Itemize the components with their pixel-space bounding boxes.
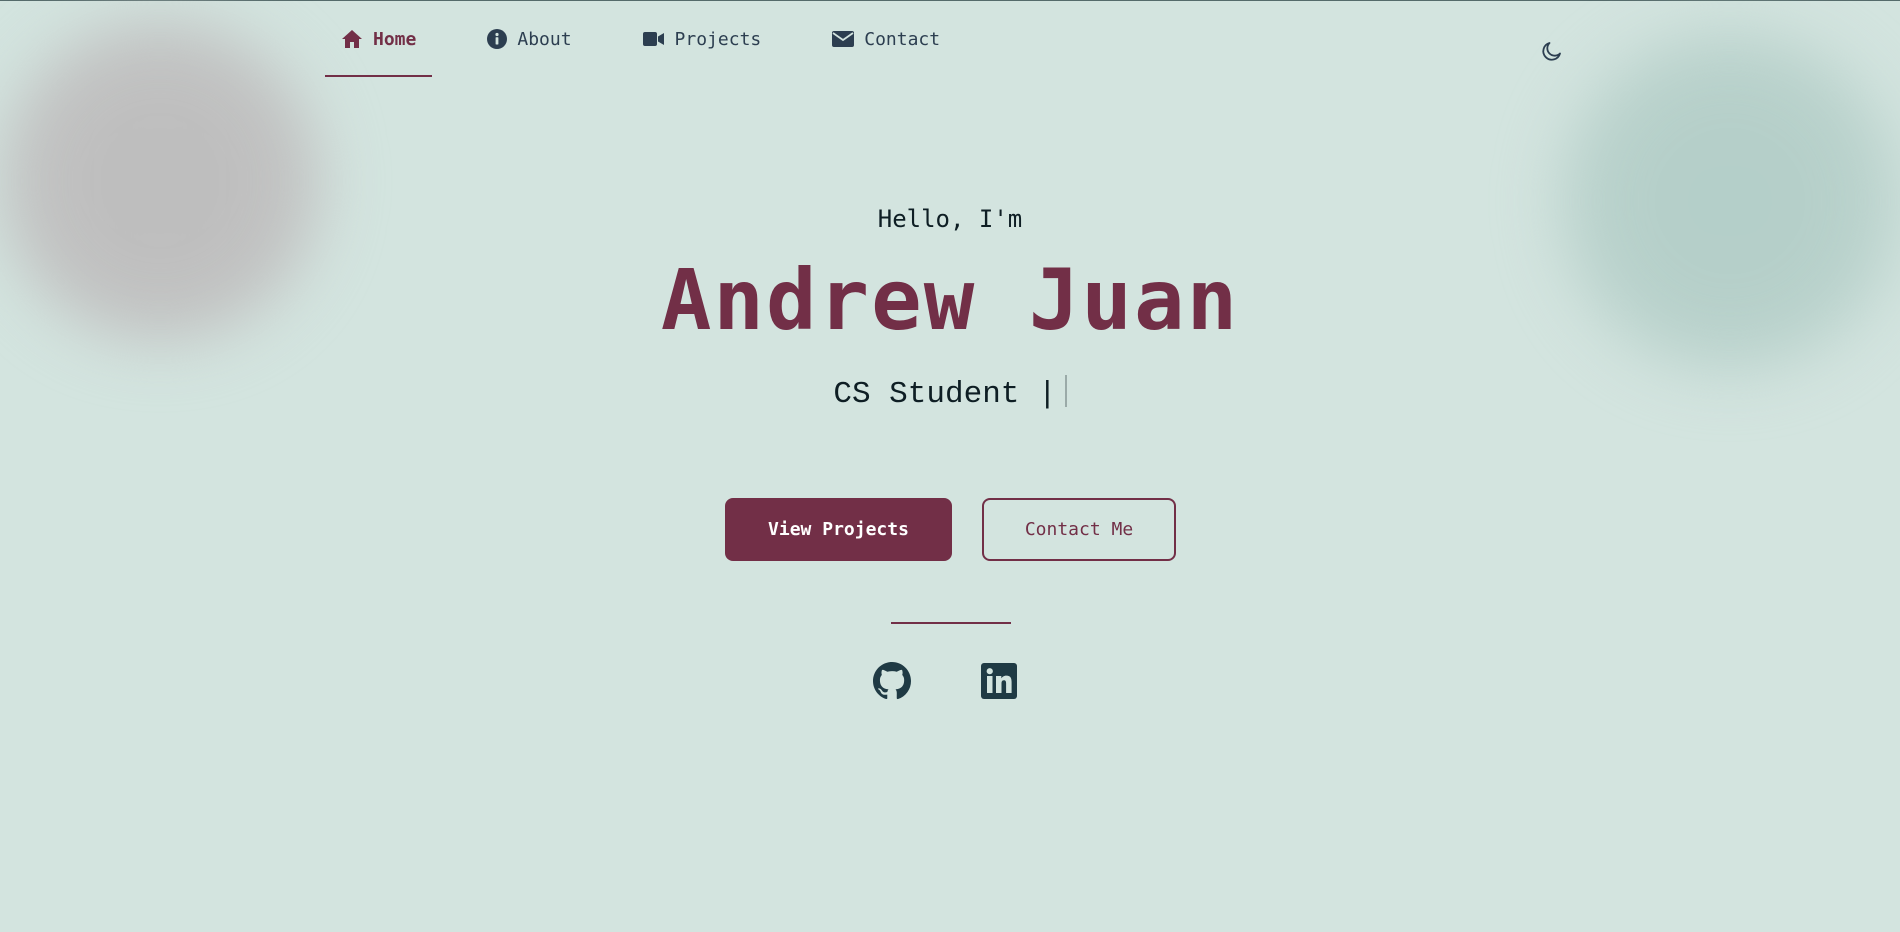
top-navigation: Home About Projects Contact	[325, 1, 995, 79]
nav-item-about[interactable]: About	[471, 1, 587, 77]
hero-role-line: CS Student |	[0, 375, 1900, 412]
hero-role: CS Student |	[833, 377, 1057, 412]
github-link[interactable]	[873, 662, 911, 704]
section-divider	[891, 622, 1011, 624]
nav-item-label: Projects	[674, 28, 762, 50]
home-icon	[341, 29, 363, 49]
theme-toggle-button[interactable]	[1538, 39, 1566, 67]
video-icon	[642, 31, 665, 47]
typing-cursor	[1064, 375, 1067, 407]
contact-me-button[interactable]: Contact Me	[982, 498, 1176, 561]
info-icon	[487, 29, 508, 49]
nav-item-home[interactable]: Home	[325, 1, 433, 77]
nav-item-contact[interactable]: Contact	[816, 1, 956, 77]
view-projects-button[interactable]: View Projects	[725, 498, 952, 561]
nav-item-label: Contact	[864, 28, 941, 50]
linkedin-icon	[981, 663, 1017, 703]
linkedin-link[interactable]	[980, 663, 1018, 703]
envelope-icon	[832, 31, 855, 47]
hero-actions: View Projects Contact Me	[725, 498, 1176, 561]
github-icon	[873, 662, 911, 704]
nav-item-label: Home	[373, 28, 417, 50]
hero-greeting: Hello, I'm	[877, 205, 1023, 233]
moon-icon	[1540, 39, 1564, 67]
social-links	[873, 662, 1018, 704]
hero-name: Andrew Juan	[660, 251, 1240, 349]
nav-item-projects[interactable]: Projects	[627, 1, 778, 77]
nav-item-label: About	[517, 28, 572, 50]
